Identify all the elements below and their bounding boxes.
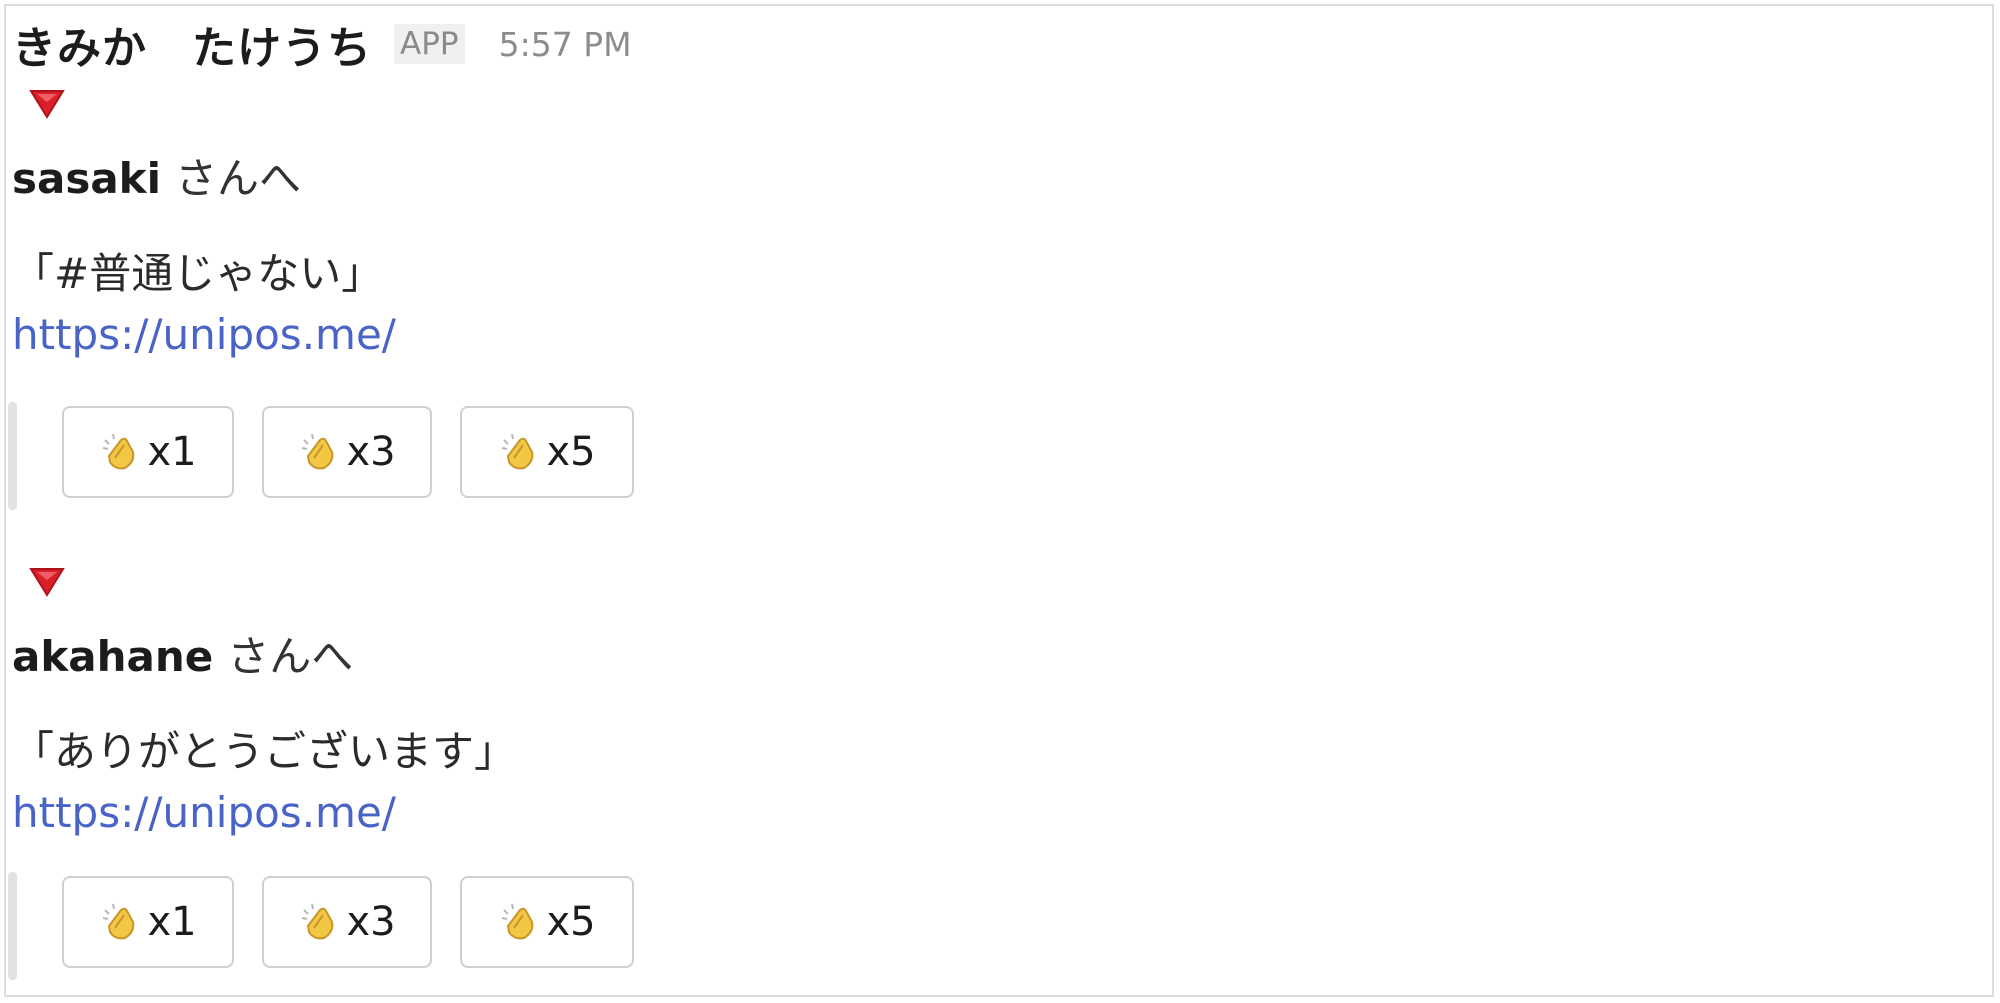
clapping-hands-icon <box>302 903 334 940</box>
message-header: きみか たけうち APP 5:57 PM <box>12 14 632 74</box>
red-triangle-down-icon <box>29 568 65 597</box>
sender-name[interactable]: きみか たけうち <box>12 12 372 76</box>
clap-x1-button[interactable]: x1 <box>62 876 234 968</box>
recipient-name: sasaki <box>12 154 162 203</box>
clap-x1-button[interactable]: x1 <box>62 406 234 498</box>
message-quote: 「ありがとうございます」 <box>12 727 517 776</box>
clap-count-label: x3 <box>346 429 396 475</box>
message-quote: 「#普通じゃない」 <box>12 249 384 298</box>
recipient-suffix: さんへ <box>227 632 354 681</box>
clapping-hands-icon <box>502 433 534 470</box>
clap-count-label: x3 <box>346 899 396 945</box>
clapping-hands-icon <box>302 433 334 470</box>
unipos-link[interactable]: https://unipos.me/ <box>12 788 396 837</box>
clap-count-label: x1 <box>147 899 197 945</box>
clapping-hands-icon <box>502 903 534 940</box>
clap-x5-button[interactable]: x5 <box>460 876 634 968</box>
clap-count-label: x1 <box>147 429 197 475</box>
attachment-bar <box>8 872 17 980</box>
recipient-name: akahane <box>12 632 214 681</box>
recipient-line: akahane さんへ <box>12 623 353 681</box>
message-frame <box>4 4 1994 997</box>
recipient-suffix: さんへ <box>175 154 302 203</box>
timestamp[interactable]: 5:57 PM <box>499 25 632 64</box>
clap-x3-button[interactable]: x3 <box>262 406 432 498</box>
clap-count-label: x5 <box>546 899 596 945</box>
attachment-bar <box>8 402 17 510</box>
clapping-hands-icon <box>103 903 135 940</box>
app-badge: APP <box>394 24 465 64</box>
clapping-hands-icon <box>103 433 135 470</box>
clap-x5-button[interactable]: x5 <box>460 406 634 498</box>
clap-x3-button[interactable]: x3 <box>262 876 432 968</box>
recipient-line: sasaki さんへ <box>12 145 301 203</box>
red-triangle-down-icon <box>29 90 65 119</box>
unipos-link[interactable]: https://unipos.me/ <box>12 310 396 359</box>
clap-count-label: x5 <box>546 429 596 475</box>
